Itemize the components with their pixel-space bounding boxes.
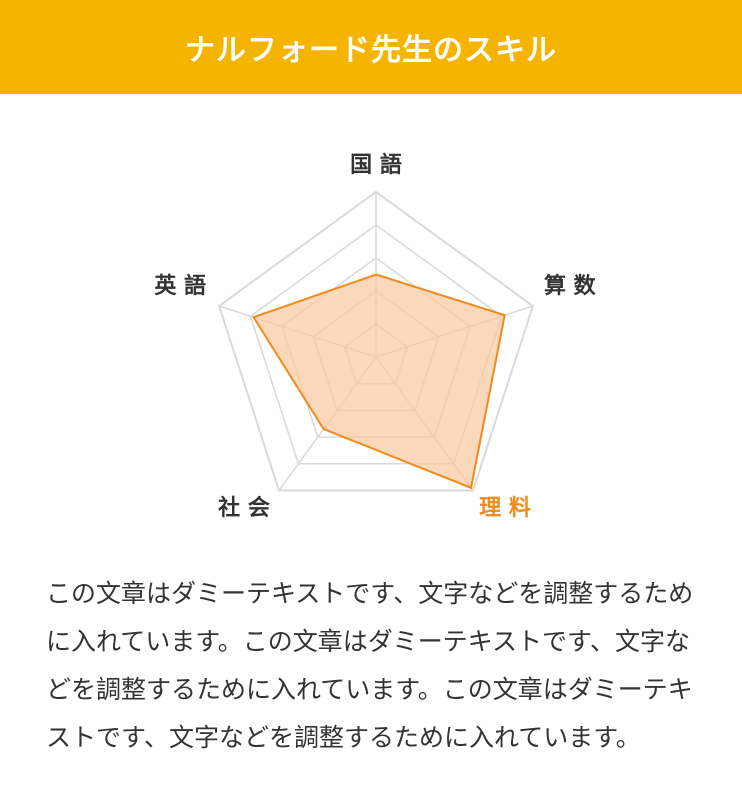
- series-area-1: [252, 273, 506, 490]
- axis-label-4: 社 会: [218, 495, 270, 521]
- radar-chart-svg: 国 語算 数理 料 社 会 英 語: [154, 152, 597, 521]
- axis-label-1: 国 語: [350, 152, 402, 178]
- axis-label-2: 算 数: [544, 273, 597, 299]
- axis-label-3: 理 料: [479, 496, 531, 521]
- page-header: ナルフォード先生のスキル: [0, 0, 742, 94]
- skill-radar-chart: 国 語算 数理 料 社 会 英 語: [0, 94, 742, 554]
- axis-label-5: 英 語: [154, 273, 206, 299]
- description-text: この文章はダミーテキストです、文字などを調整するために入れています。この文章はダ…: [46, 579, 694, 752]
- page-title: ナルフォード先生のスキル: [185, 33, 557, 68]
